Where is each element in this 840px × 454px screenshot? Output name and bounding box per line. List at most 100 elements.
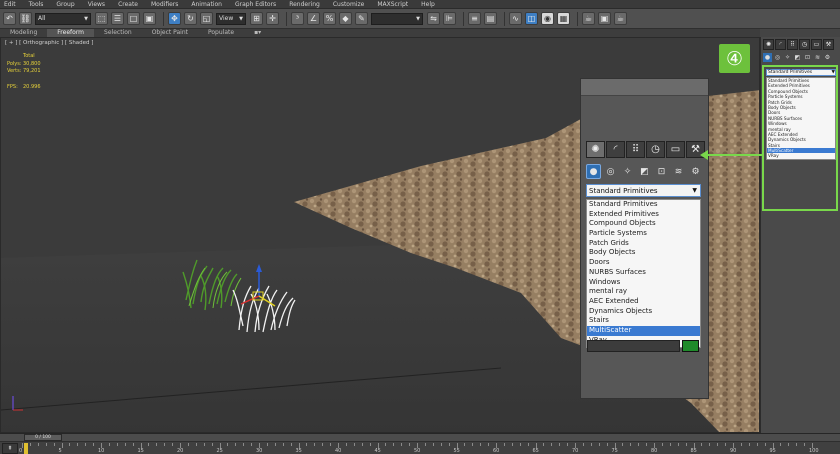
time-slider[interactable]: 0 / 100 [0,434,840,442]
manipulate-icon[interactable]: ✛ [266,12,279,25]
systems-icon[interactable]: ⚙ [823,53,832,62]
list-item[interactable]: NURBS Surfaces [587,268,700,278]
geometry-icon[interactable]: ● [586,164,601,179]
list-item[interactable]: Particle Systems [587,229,700,239]
lights-icon[interactable]: ✧ [620,164,635,179]
list-item[interactable]: mental ray [587,287,700,297]
time-slider-thumb[interactable]: 0 / 100 [24,434,62,441]
named-selection-dropdown[interactable]: ▼ [371,12,423,25]
list-item[interactable]: Doors [587,258,700,268]
menu-graph-editors[interactable]: Graph Editors [235,1,276,8]
cameras-icon[interactable]: ◩ [793,53,802,62]
cameras-icon[interactable]: ◩ [637,164,652,179]
list-item[interactable]: Windows [587,278,700,288]
undo-icon[interactable]: ↶ [3,12,16,25]
arc-icon[interactable]: ◜ [775,39,786,50]
menu-views[interactable]: Views [88,1,105,8]
curve-editor-icon[interactable]: ∿ [509,12,522,25]
selection-filter-dropdown[interactable]: All ▼ [35,12,91,25]
menu-group[interactable]: Group [56,1,74,8]
list-item[interactable]: MultiScatter [587,325,700,336]
menu-animation[interactable]: Animation [191,1,222,8]
menu-edit[interactable]: Edit [4,1,16,8]
ribbon-tab-freeform[interactable]: Freeform [47,29,95,37]
menu-rendering[interactable]: Rendering [289,1,320,8]
viewport-label[interactable]: [ + ] [ Orthographic ] [ Shaded ] [5,40,93,46]
color-swatch[interactable] [682,340,699,352]
separator [577,11,578,26]
rect-selection-icon[interactable]: □ [127,12,140,25]
timeline-minor-tick [353,443,355,446]
edit-named-sets-icon[interactable]: ✎ [355,12,368,25]
spinner-snap-icon[interactable]: ◆ [339,12,352,25]
hammer-icon[interactable]: ⚒ [823,39,834,50]
right-object-type-dropdown[interactable]: Standard Primitives ▼ [766,69,836,76]
spacewarps-icon[interactable]: ≋ [813,53,822,62]
render-iterative-icon[interactable]: ☕ [614,12,627,25]
list-item[interactable]: Extended Primitives [587,210,700,220]
menu-create[interactable]: Create [118,1,138,8]
window-crossing-icon[interactable]: ▣ [143,12,156,25]
shapes-icon[interactable]: ◎ [773,53,782,62]
shapes-icon[interactable]: ◎ [603,164,618,179]
schematic-view-icon[interactable]: ◫ [525,12,538,25]
geometry-icon[interactable]: ● [763,53,772,62]
menu-customize[interactable]: Customize [333,1,365,8]
render-frame-icon[interactable]: ☕ [582,12,595,25]
list-item[interactable]: AEC Extended [587,297,700,307]
monitor-icon[interactable]: ▭ [811,39,822,50]
pivot-icon[interactable]: ⊞ [250,12,263,25]
percent-snap-icon[interactable]: % [323,12,336,25]
list-item[interactable]: Standard Primitives [587,200,700,210]
systems-icon[interactable]: ⚙ [688,164,703,179]
reference-coord-dropdown[interactable]: View ▼ [216,12,246,25]
ribbon-options-icon[interactable]: ▪▾ [244,29,271,37]
select-object-icon[interactable]: ⬚ [95,12,108,25]
align-icon[interactable]: ⊫ [443,12,456,25]
link-icon[interactable]: ⛓ [19,12,32,25]
move-icon[interactable]: ✥ [168,12,181,25]
monitor-icon[interactable]: ▭ [666,141,685,158]
sun-icon[interactable]: ✺ [586,141,605,158]
list-item[interactable]: Dynamics Objects [587,307,700,317]
timeline-minor-tick [393,443,395,446]
render-production-icon[interactable]: ▣ [598,12,611,25]
list-item[interactable]: Patch Grids [587,239,700,249]
scale-icon[interactable]: ◱ [200,12,213,25]
spacewarps-icon[interactable]: ≋ [671,164,686,179]
material-editor-icon[interactable]: ◉ [541,12,554,25]
layer-manager-icon[interactable]: ≡ [468,12,481,25]
clock-icon[interactable]: ◷ [646,141,665,158]
snap-3d-icon[interactable]: ³ [291,12,304,25]
ribbon-tab-object-paint[interactable]: Object Paint [142,29,198,37]
timeline-minor-tick [108,443,110,446]
helpers-icon[interactable]: ⊡ [654,164,669,179]
list-item[interactable]: VRay [767,153,835,158]
list-item[interactable]: Compound Objects [587,219,700,229]
timeline-ruler[interactable]: 0 5 10 15 20 25 30 35 40 45 50 55 60 65 70 75 80 85 90 95 10… [19,443,840,454]
ribbon-toggle-icon[interactable]: ▤ [484,12,497,25]
sun-icon[interactable]: ✺ [763,39,774,50]
lights-icon[interactable]: ✧ [783,53,792,62]
menu-maxscript[interactable]: MAXScript [377,1,408,8]
hierarchy-icon[interactable]: ⠿ [626,141,645,158]
arc-icon[interactable]: ◜ [606,141,625,158]
menu-tools[interactable]: Tools [29,1,44,8]
select-by-name-icon[interactable]: ☰ [111,12,124,25]
menu-help[interactable]: Help [421,1,435,8]
list-item[interactable]: Stairs [587,316,700,326]
mirror-icon[interactable]: ⇋ [427,12,440,25]
angle-snap-icon[interactable]: ∠ [307,12,320,25]
menu-modifiers[interactable]: Modifiers [151,1,178,8]
ribbon-tab-modeling[interactable]: Modeling [0,29,47,37]
hierarchy-icon[interactable]: ⠿ [787,39,798,50]
render-setup-icon[interactable]: ▦ [557,12,570,25]
mini-curve-editor-icon[interactable]: ⇞ [2,443,18,454]
rotate-icon[interactable]: ↻ [184,12,197,25]
ribbon-tab-populate[interactable]: Populate [198,29,244,37]
helpers-icon[interactable]: ⊡ [803,53,812,62]
clock-icon[interactable]: ◷ [799,39,810,50]
ribbon-tab-selection[interactable]: Selection [94,29,142,37]
object-type-dropdown[interactable]: Standard Primitives ▼ [586,184,701,197]
list-item[interactable]: Body Objects [587,248,700,258]
